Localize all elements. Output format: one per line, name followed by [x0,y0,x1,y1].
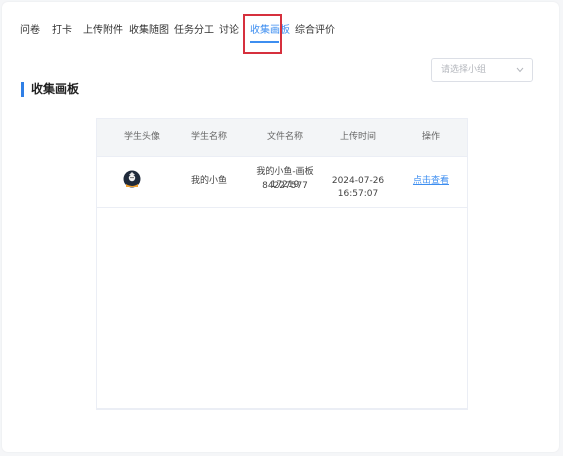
tab-task-division[interactable]: 任务分工 [174,24,214,38]
header-avatar: 学生头像 [123,132,160,142]
page-title: 收集画板 [31,82,80,96]
group-select-placeholder: 请选择小组 [441,65,487,75]
file-name-line2: 84227577 [262,181,308,191]
header-student-name: 学生名称 [190,132,227,142]
view-link[interactable]: 点击查看 [401,175,461,188]
student-name-cell: 我的小鱼 [190,176,227,186]
tab-comprehensive-evaluation[interactable]: 综合评价 [295,24,335,38]
student-avatar-icon [123,170,141,188]
header-upload-time: 上传时间 [339,132,376,142]
tab-questionnaire[interactable]: 问卷 [20,24,40,38]
header-file-name: 文件名称 [266,132,303,142]
header-actions: 操作 [421,132,440,142]
content-card: 问卷 打卡 上传附件 收集随图 任务分工 讨论 收集画板 综合评价 收集画板 请… [2,2,559,452]
tab-upload-attachment[interactable]: 上传附件 [83,24,123,38]
active-tab-highlight-box [243,14,282,54]
tab-checkin[interactable]: 打卡 [52,24,72,38]
table-header: 学生头像 学生名称 文件名称 上传时间 操作 [97,119,467,157]
title-accent-bar [21,82,24,97]
table-bottom-border [97,408,467,409]
table-row: 我的小鱼 我的小鱼-画板17219 84227577 2024-07-26 16… [97,156,467,208]
chevron-down-icon [516,67,524,73]
group-select[interactable]: 请选择小组 [431,58,533,82]
upload-time-cell: 2024-07-26 16:57:07 [331,176,385,199]
tab-collect-images[interactable]: 收集随图 [129,24,169,38]
submissions-table: 学生头像 学生名称 文件名称 上传时间 操作 我的小鱼 我的小鱼-画板17219… [96,118,468,410]
tab-discussion[interactable]: 讨论 [219,24,239,38]
